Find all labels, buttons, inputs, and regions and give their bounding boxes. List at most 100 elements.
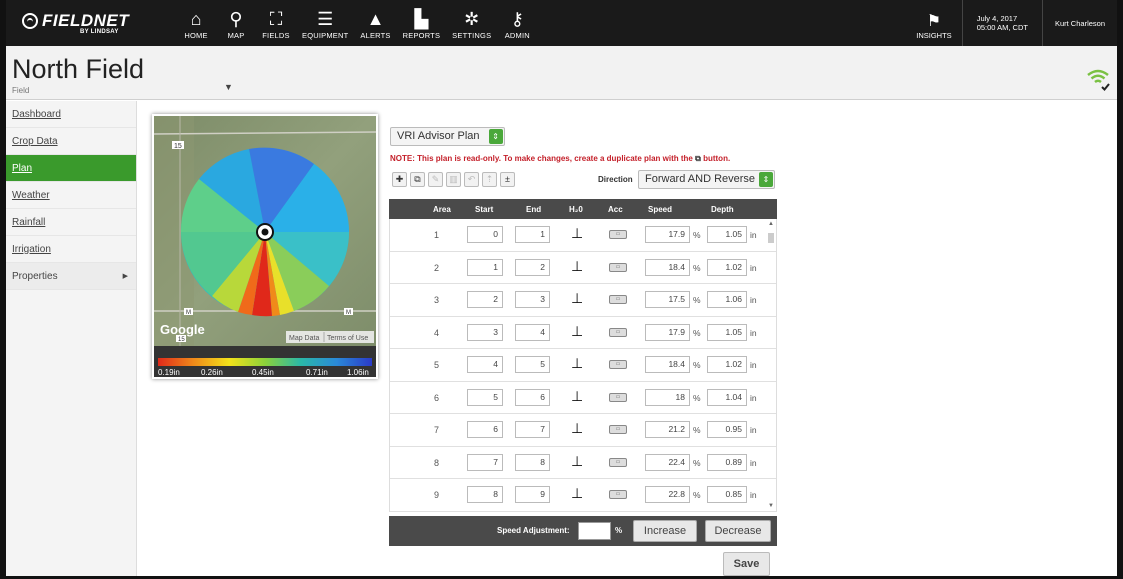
accessory-icon[interactable]: ▭ (609, 230, 627, 239)
start-input[interactable]: 2 (467, 291, 503, 308)
trash-icon: ▥ (449, 174, 458, 184)
field-map[interactable]: 15 M M Google 15 Map Data Terms of Use (154, 116, 376, 346)
sidebar-item-crop-data[interactable]: Crop Data (6, 128, 136, 155)
faucet-icon[interactable]: ⊥ (571, 258, 583, 275)
end-input[interactable]: 9 (515, 486, 550, 503)
nav-equipment[interactable]: ☰ EQUIPMENT (296, 0, 354, 46)
add-plan-button[interactable]: ✚ (392, 172, 407, 187)
speed-input[interactable]: 21.2 (645, 421, 690, 438)
nav-home[interactable]: ⌂ HOME (176, 0, 216, 46)
speed-input[interactable]: 18.4 (645, 258, 690, 276)
speed-input[interactable]: 22.8 (645, 486, 690, 503)
page-header: North Field Field ▼ (6, 46, 1117, 100)
plan-table-body[interactable]: 1 0 1 ⊥ ▭ 17.9 % 1.05 in 2 1 2 ⊥ ▭ 18.4 … (389, 219, 777, 512)
speed-input[interactable]: 22.4 (645, 453, 690, 471)
end-input[interactable]: 1 (515, 226, 550, 243)
user-menu[interactable]: Kurt Charleson (1043, 0, 1117, 46)
depth-input[interactable]: 1.02 (707, 258, 747, 276)
field-dropdown-caret-icon[interactable]: ▼ (224, 82, 233, 92)
sidebar-item-weather[interactable]: Weather (6, 182, 136, 209)
accessory-icon[interactable]: ▭ (609, 295, 627, 304)
faucet-icon[interactable]: ⊥ (571, 290, 583, 307)
nav-settings[interactable]: ✲ SETTINGS (446, 0, 497, 46)
select-stepper-icon: ⇕ (488, 129, 503, 144)
sidebar-item-dashboard[interactable]: Dashboard (6, 101, 136, 128)
end-input[interactable]: 5 (515, 356, 550, 373)
plus-minus-button[interactable]: ± (500, 172, 515, 187)
accessory-icon[interactable]: ▭ (609, 490, 627, 499)
accessory-icon[interactable]: ▭ (609, 392, 627, 402)
plan-select[interactable]: VRI Advisor Plan ⇕ (390, 127, 505, 146)
end-input[interactable]: 2 (515, 258, 550, 276)
start-input[interactable]: 6 (467, 421, 503, 438)
end-input[interactable]: 7 (515, 421, 550, 438)
nav-fields[interactable]: ⛶ FIELDS (256, 0, 296, 46)
end-input[interactable]: 3 (515, 291, 550, 308)
decrease-button[interactable]: Decrease (705, 520, 771, 542)
nav-alerts[interactable]: ▲ ALERTS (354, 0, 396, 46)
accessory-icon[interactable]: ▭ (609, 425, 627, 434)
nav-insights[interactable]: ⚑ INSIGHTS (906, 0, 963, 46)
duplicate-plan-button[interactable]: ⧉ (410, 172, 425, 187)
start-input[interactable]: 3 (467, 323, 503, 341)
depth-input[interactable]: 1.04 (707, 388, 747, 406)
faucet-icon[interactable]: ⊥ (571, 388, 583, 405)
speed-input[interactable]: 18 (645, 388, 690, 406)
start-input[interactable]: 4 (467, 356, 503, 373)
scroll-up-icon[interactable]: ▲ (768, 221, 774, 227)
map-data-link[interactable]: Map Data (289, 335, 319, 342)
undo-button[interactable]: ↶ (464, 172, 479, 187)
terms-of-use-link[interactable]: Terms of Use (327, 335, 368, 342)
speed-input[interactable]: 17.9 (645, 226, 690, 243)
end-input[interactable]: 8 (515, 453, 550, 471)
faucet-icon[interactable]: ⊥ (571, 453, 583, 470)
speed-adjustment-input[interactable] (578, 522, 611, 540)
nav-reports[interactable]: ▙ REPORTS (397, 0, 447, 46)
start-input[interactable]: 7 (467, 453, 503, 471)
col-start: Start (475, 205, 494, 214)
save-button[interactable]: Save (723, 552, 770, 576)
scroll-thumb[interactable] (768, 233, 774, 243)
end-input[interactable]: 4 (515, 323, 550, 341)
accessory-icon[interactable]: ▭ (609, 360, 627, 369)
depth-input[interactable]: 0.95 (707, 421, 747, 438)
faucet-icon[interactable]: ⊥ (571, 323, 583, 340)
start-input[interactable]: 8 (467, 486, 503, 503)
accessory-icon[interactable]: ▭ (609, 262, 627, 272)
direction-select[interactable]: Forward AND Reverse ⇕ (638, 170, 775, 189)
depth-unit: in (750, 230, 757, 240)
sidebar-item-rainfall[interactable]: Rainfall (6, 209, 136, 236)
sidebar-item-irrigation[interactable]: Irrigation (6, 236, 136, 263)
start-input[interactable]: 0 (467, 226, 503, 243)
edit-plan-button[interactable]: ✎ (428, 172, 443, 187)
sidebar-item-properties[interactable]: Properties ▶ (6, 263, 136, 290)
start-input[interactable]: 1 (467, 258, 503, 276)
nav-map[interactable]: ⚲ MAP (216, 0, 256, 46)
speed-input[interactable]: 17.5 (645, 291, 690, 308)
sidebar-item-plan[interactable]: Plan (6, 155, 136, 182)
faucet-icon[interactable]: ⊥ (571, 355, 583, 372)
depth-input[interactable]: 0.85 (707, 486, 747, 503)
move-up-button[interactable]: ⇡ (482, 172, 497, 187)
delete-plan-button[interactable]: ▥ (446, 172, 461, 187)
increase-button[interactable]: Increase (633, 520, 697, 542)
depth-input[interactable]: 1.05 (707, 226, 747, 243)
scroll-down-icon[interactable]: ▼ (768, 503, 774, 509)
depth-input[interactable]: 1.05 (707, 323, 747, 341)
depth-input[interactable]: 0.89 (707, 453, 747, 471)
depth-input[interactable]: 1.06 (707, 291, 747, 308)
speed-input[interactable]: 18.4 (645, 356, 690, 373)
depth-input[interactable]: 1.02 (707, 356, 747, 373)
accessory-icon[interactable]: ▭ (609, 457, 627, 467)
fieldnet-logo[interactable]: FIELDNET BY LINDSAY (6, 0, 156, 46)
speed-input[interactable]: 17.9 (645, 323, 690, 341)
start-input[interactable]: 5 (467, 388, 503, 406)
faucet-icon[interactable]: ⊥ (571, 485, 583, 502)
table-scrollbar[interactable]: ▲ ▼ (768, 221, 774, 509)
faucet-icon[interactable]: ⊥ (571, 420, 583, 437)
end-input[interactable]: 6 (515, 388, 550, 406)
faucet-icon[interactable]: ⊥ (571, 225, 583, 242)
depth-unit: in (750, 425, 757, 435)
accessory-icon[interactable]: ▭ (609, 327, 627, 337)
nav-admin[interactable]: ⚷ ADMIN (497, 0, 537, 46)
